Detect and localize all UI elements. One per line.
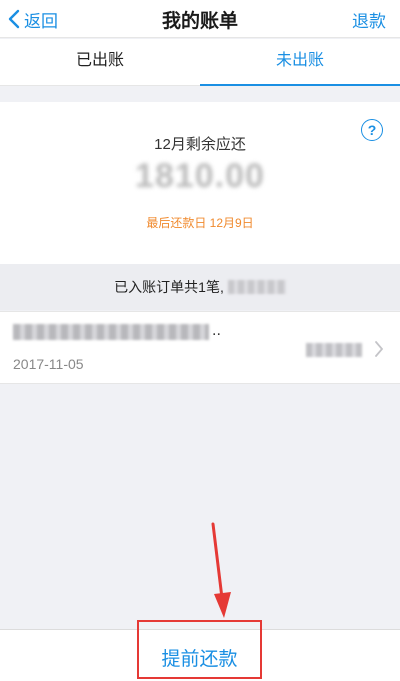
order-date: 2017-11-05: [13, 356, 84, 372]
tab-unbilled[interactable]: 未出账: [200, 39, 400, 86]
redacted-order-amount: [306, 343, 362, 357]
page-title: 我的账单: [161, 11, 238, 32]
summary-amount: 1810.00: [135, 157, 265, 195]
back-label: 返回: [24, 11, 58, 31]
chevron-right-icon: [375, 341, 383, 357]
bill-tabs: 已出账 未出账: [0, 39, 400, 86]
tab-billed[interactable]: 已出账: [0, 39, 200, 85]
refund-button[interactable]: 退款: [352, 7, 386, 32]
due-date-text: 最后还款日 12月9日: [146, 216, 254, 230]
nav-bar: 返回 我的账单 退款: [0, 0, 400, 38]
bottom-action-bar: 提前还款: [0, 620, 400, 681]
early-repay-button[interactable]: 提前还款: [137, 620, 262, 679]
order-name-ellipsis: ..: [212, 322, 221, 339]
back-button[interactable]: 返回: [8, 6, 58, 32]
bill-summary-card: ? 12月剩余应还 1810.00 最后还款日 12月9日: [0, 102, 400, 264]
order-count-text: 已入账订单共1笔,: [114, 279, 224, 295]
redacted-total: [227, 280, 286, 294]
redacted-order-name: [13, 324, 209, 340]
order-count-bar: 已入账订单共1笔,: [0, 264, 400, 310]
red-arrow-icon: [211, 522, 231, 618]
summary-label: 12月剩余应还: [154, 136, 246, 153]
chevron-left-icon: [8, 9, 20, 29]
list-item[interactable]: .. 2017-11-05: [0, 311, 400, 384]
app-root: 返回 我的账单 退款 已出账 未出账 ? 12月剩余应还 1810.00 最后还…: [0, 0, 400, 681]
